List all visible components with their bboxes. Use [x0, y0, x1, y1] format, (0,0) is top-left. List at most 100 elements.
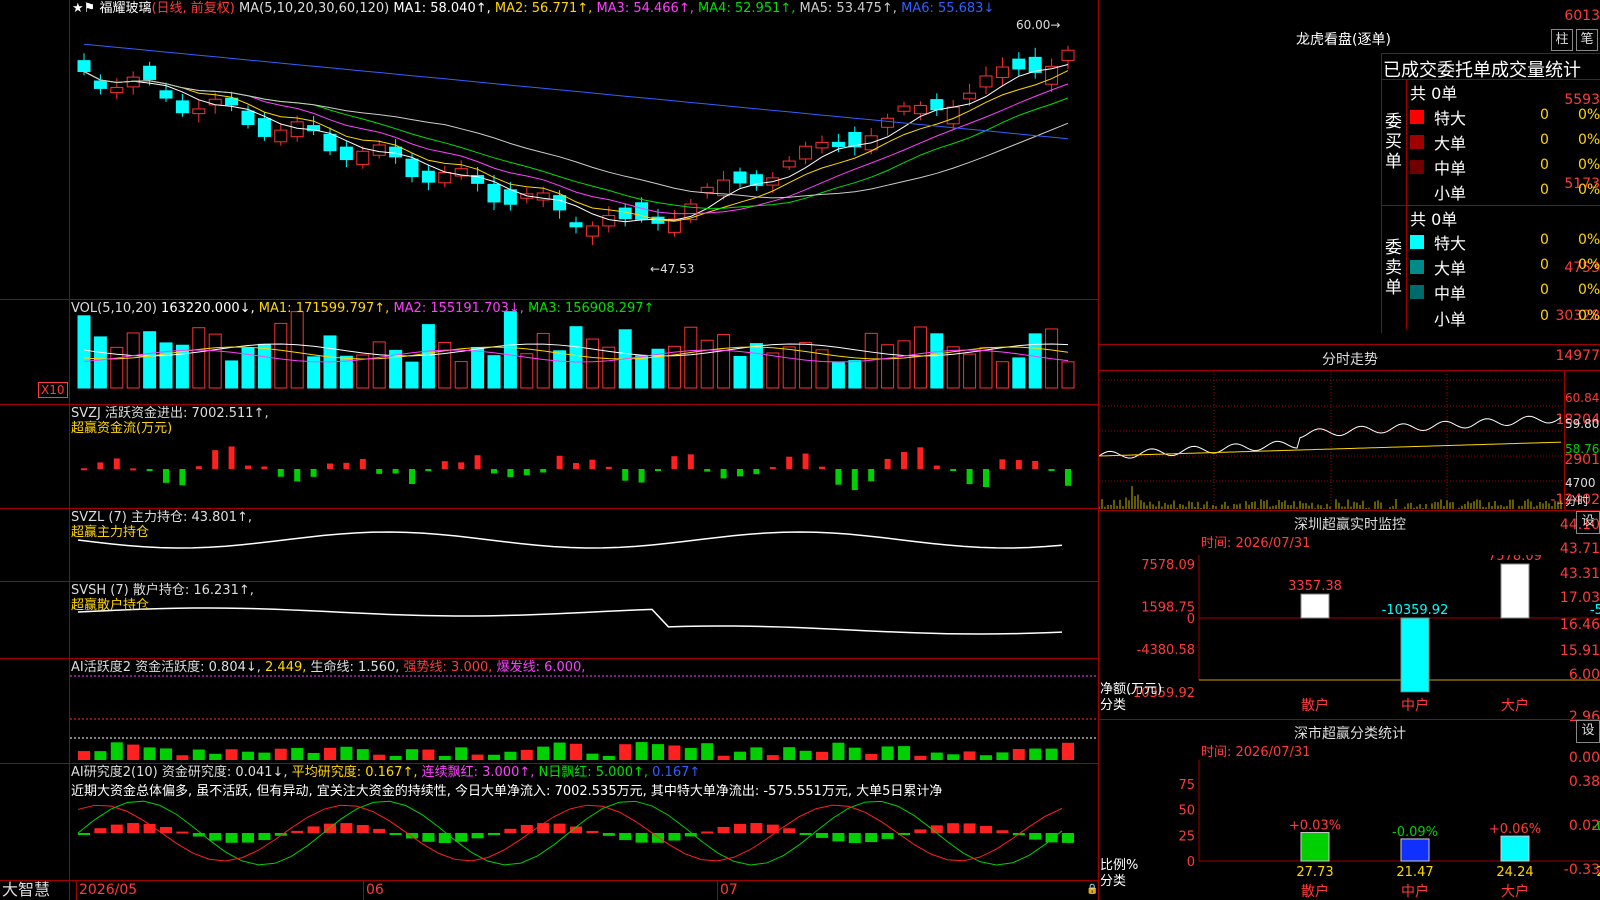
research-bar — [996, 830, 1009, 833]
fund-flow-bar — [556, 455, 563, 469]
candle-body — [930, 99, 944, 111]
fund-flow-bar — [802, 453, 809, 469]
divider-date-axis — [0, 880, 1098, 881]
candle-body — [815, 141, 829, 149]
buy-row-value: 0 — [1540, 157, 1549, 173]
volume-bar — [782, 346, 796, 389]
research-bar — [340, 823, 353, 833]
sz-stats-settings-button[interactable]: 设 — [1576, 720, 1600, 743]
net-amount-label: 3357.38 — [1288, 579, 1342, 594]
ratio-value-label: 26.56 — [1596, 865, 1600, 880]
fund-flow-bar — [917, 447, 924, 469]
tick-view-button[interactable]: 笔 — [1576, 29, 1598, 51]
ma5-value: MA5: 53.475↑, — [799, 1, 897, 16]
activity-bar — [406, 749, 418, 760]
fund-flow-bar — [294, 469, 301, 482]
intraday-axis-label: 58.76 — [1565, 442, 1600, 456]
fund-flow-bar — [999, 459, 1006, 469]
research-bar — [799, 833, 812, 835]
fund-flow-bar — [687, 454, 694, 469]
ratio-change-label: -0.09% — [1392, 825, 1438, 840]
svzl-header: SVZL (7) 主力持仓: 43.801↑, — [71, 510, 252, 525]
activity-bar — [537, 746, 550, 760]
activity-bar — [668, 745, 681, 760]
volume-bar — [569, 326, 583, 389]
fund-flow-bar — [392, 469, 399, 474]
volume-bar — [159, 342, 173, 389]
volume-bar — [372, 341, 386, 389]
lock-icon[interactable]: 🔒 — [1086, 884, 1098, 895]
sz-monitor-settings-button[interactable]: 设 — [1576, 511, 1600, 534]
activity-bar — [602, 755, 615, 760]
research-bar — [963, 823, 976, 833]
net-amount-bar — [1300, 593, 1330, 619]
activity-bar — [652, 744, 664, 760]
bar-view-button[interactable]: 柱 — [1551, 29, 1573, 51]
fund-flow-bar — [868, 469, 875, 482]
research-bar — [127, 823, 140, 833]
category-label: 中户 — [1401, 697, 1429, 714]
activity-bar — [242, 751, 254, 760]
buy-row-label: 特大 — [1434, 109, 1467, 128]
volume-bar — [831, 361, 845, 389]
buy-row-label: 中单 — [1434, 159, 1467, 178]
volume-bar — [1028, 333, 1042, 389]
candle-body — [897, 105, 911, 112]
ratio-change-label: -0.01% — [1592, 820, 1600, 835]
dragon-divider — [1381, 53, 1382, 333]
activity-bar — [143, 747, 156, 760]
price-axis-label: 6013 — [1564, 8, 1600, 24]
volume-bar — [487, 355, 501, 389]
activity-bar — [520, 749, 533, 760]
fund-flow-bar — [851, 469, 858, 491]
activity-bar — [570, 743, 582, 760]
volume-bar — [274, 322, 288, 389]
research-bar — [832, 833, 845, 842]
candle-body — [995, 66, 1009, 78]
volume-bar — [700, 339, 714, 389]
activity-bar — [619, 744, 632, 760]
activity-bar — [701, 743, 714, 760]
ma-line — [83, 43, 1069, 140]
buy-xl-swatch — [1410, 110, 1424, 124]
research-bar — [160, 827, 172, 833]
ma1-value: MA1: 58.040↑, — [393, 1, 491, 16]
candle-body — [831, 141, 845, 148]
research-bar — [881, 833, 894, 839]
candle-body — [356, 150, 370, 165]
fund-flow-bar — [720, 469, 727, 479]
ratio-value-label: 24.24 — [1496, 865, 1533, 880]
ai-research-header: AI研究度2(10) 资金研究度: 0.041↓, 平均研究度: 0.167↑,… — [71, 765, 701, 780]
volume-bar — [815, 349, 829, 389]
candle-body — [1061, 49, 1075, 61]
buy-row-value: 0 — [1540, 132, 1549, 148]
fund-flow-bar — [1048, 469, 1055, 471]
favorite-star-icon[interactable]: ★ — [72, 1, 84, 16]
volume-bar — [143, 331, 157, 389]
low-price-marker: ←47.53 — [650, 262, 695, 276]
intraday-axis-label: 4700 — [1565, 476, 1596, 490]
activity-bar — [438, 755, 451, 760]
activity-bar — [717, 755, 730, 760]
candle-body — [77, 60, 91, 72]
research-bar — [389, 833, 402, 835]
candle-body — [553, 195, 567, 211]
activity-bar — [766, 755, 779, 760]
main-chart-canvas[interactable] — [70, 0, 1098, 880]
candle-body — [339, 146, 353, 161]
intraday-chart[interactable] — [1099, 371, 1564, 509]
activity-bar — [209, 753, 222, 760]
candle-body — [274, 129, 288, 143]
net-amount-bar — [1400, 617, 1430, 693]
activity-bar — [586, 753, 599, 760]
sell-row-percent: 0% — [1578, 232, 1600, 248]
monitor-axis-label: 7578.09 — [1141, 558, 1195, 573]
candle-body — [257, 118, 271, 137]
candle-body — [438, 171, 452, 184]
research-bar — [914, 829, 927, 833]
candle-body — [503, 189, 517, 205]
fund-flow-bar — [835, 469, 842, 485]
volume-bar — [684, 326, 698, 389]
fund-flow-bar — [786, 456, 793, 469]
candle-body — [110, 87, 124, 94]
